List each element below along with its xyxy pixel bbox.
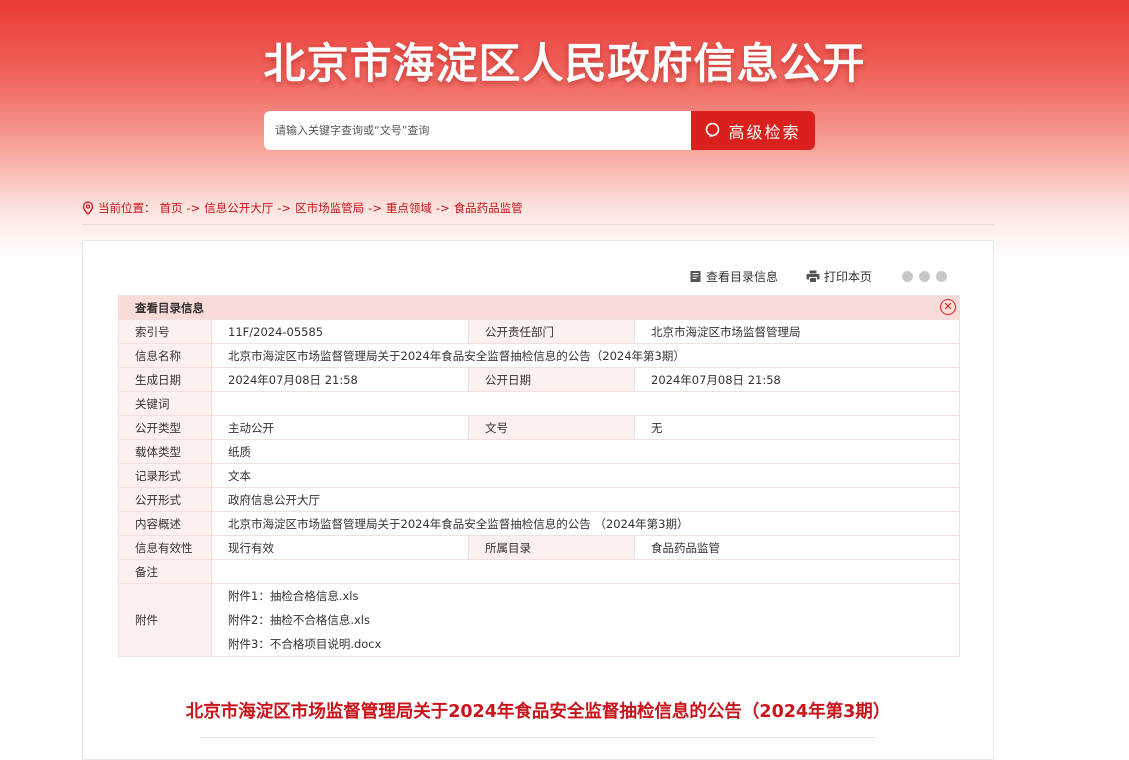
table-row: 信息名称 北京市海淀区市场监督管理局关于2024年食品安全监督抽检信息的公告（2…	[118, 343, 960, 368]
validity-value: 现行有效	[211, 535, 469, 560]
breadcrumb-item-food-drug[interactable]: 食品药品监管	[454, 200, 523, 216]
view-catalog-button[interactable]: 查看目录信息	[689, 268, 778, 285]
dept-value: 北京市海淀区市场监督管理局	[634, 319, 960, 344]
catalog-icon	[690, 271, 701, 282]
attachments-list: 附件1：抽检合格信息.xls 附件2：抽检不合格信息.xls 附件3：不合格项目…	[211, 583, 960, 657]
summary-value: 北京市海淀区市场监督管理局关于2024年食品安全监督抽检信息的公告 （2024年…	[211, 511, 960, 536]
catalog-title: 查看目录信息 ✕	[118, 295, 960, 320]
open-type-label: 公开类型	[118, 415, 212, 440]
dept-label: 公开责任部门	[468, 319, 635, 344]
location-pin-icon	[82, 201, 94, 215]
name-value: 北京市海淀区市场监督管理局关于2024年食品安全监督抽检信息的公告（2024年第…	[211, 343, 960, 368]
form-label: 公开形式	[118, 487, 212, 512]
title-divider	[200, 737, 876, 738]
table-row: 公开形式 政府信息公开大厅	[118, 487, 960, 512]
table-row: 公开类型 主动公开 文号 无	[118, 415, 960, 440]
carrier-label: 载体类型	[118, 439, 212, 464]
search-box	[264, 111, 691, 150]
table-row: 记录形式 文本	[118, 463, 960, 488]
table-row: 备注	[118, 559, 960, 584]
table-row: 索引号 11F/2024-05585 公开责任部门 北京市海淀区市场监督管理局	[118, 319, 960, 344]
weibo-share-icon[interactable]	[919, 271, 931, 282]
category-value: 食品药品监管	[634, 535, 960, 560]
view-catalog-label: 查看目录信息	[706, 270, 779, 284]
print-button[interactable]: 打印本页	[806, 268, 872, 285]
index-label: 索引号	[118, 319, 212, 344]
breadcrumb-separator: ->	[277, 201, 292, 215]
validity-label: 信息有效性	[118, 535, 212, 560]
open-type-value: 主动公开	[211, 415, 469, 440]
category-label: 所属目录	[468, 535, 635, 560]
created-value: 2024年07月08日 21:58	[211, 367, 469, 392]
record-value: 文本	[211, 463, 960, 488]
site-title: 北京市海淀区人民政府信息公开	[263, 39, 866, 88]
breadcrumb-separator: ->	[186, 201, 201, 215]
table-row: 生成日期 2024年07月08日 21:58 公开日期 2024年07月08日 …	[118, 367, 960, 392]
advanced-search-label: 高级检索	[728, 122, 801, 142]
carrier-value: 纸质	[211, 439, 960, 464]
table-row: 关键词	[118, 391, 960, 416]
keywords-label: 关键词	[118, 391, 212, 416]
breadcrumb-item-market-bureau[interactable]: 区市场监管局	[295, 200, 364, 216]
breadcrumb: 当前位置： 首页 -> 信息公开大厅 -> 区市场监管局 -> 重点领域 -> 食品药品监管	[82, 200, 523, 216]
doc-no-label: 文号	[468, 415, 635, 440]
share-buttons	[902, 271, 948, 282]
page-tools: 查看目录信息 打印本页	[689, 268, 948, 285]
table-row: 内容概述 北京市海淀区市场监督管理局关于2024年食品安全监督抽检信息的公告 （…	[118, 511, 960, 536]
print-icon	[806, 270, 820, 283]
table-row: 载体类型 纸质	[118, 439, 960, 464]
breadcrumb-item-key-areas[interactable]: 重点领域	[386, 200, 432, 216]
document-title: 北京市海淀区市场监督管理局关于2024年食品安全监督抽检信息的公告（2024年第…	[185, 702, 891, 722]
summary-label: 内容概述	[118, 511, 212, 536]
breadcrumb-separator: ->	[435, 201, 450, 215]
search-input[interactable]	[273, 123, 691, 138]
catalog-header-row: 查看目录信息 ✕	[118, 295, 960, 320]
record-label: 记录形式	[118, 463, 212, 488]
breadcrumb-divider	[82, 224, 994, 225]
keywords-value	[211, 391, 960, 416]
doc-no-value: 无	[634, 415, 960, 440]
remark-label: 备注	[118, 559, 212, 584]
catalog-info-table: 查看目录信息 ✕ 索引号 11F/2024-05585 公开责任部门 北京市海淀…	[118, 295, 960, 657]
close-icon[interactable]: ✕	[940, 299, 956, 315]
table-row: 信息有效性 现行有效 所属目录 食品药品监管	[118, 535, 960, 560]
breadcrumb-item-info-hall[interactable]: 信息公开大厅	[204, 200, 273, 216]
breadcrumb-separator: ->	[368, 201, 382, 215]
index-value: 11F/2024-05585	[211, 319, 469, 344]
form-value: 政府信息公开大厅	[211, 487, 960, 512]
attachment-link-3[interactable]: 附件3：不合格项目说明.docx	[228, 632, 959, 656]
remark-value	[211, 559, 960, 584]
attachment-link-2[interactable]: 附件2：抽检不合格信息.xls	[228, 608, 959, 632]
qzone-share-icon[interactable]	[936, 271, 948, 282]
breadcrumb-prefix: 当前位置：	[98, 201, 156, 215]
table-row: 附件 附件1：抽检合格信息.xls 附件2：抽检不合格信息.xls 附件3：不合…	[118, 583, 960, 657]
breadcrumb-item-home[interactable]: 首页	[160, 200, 183, 216]
published-label: 公开日期	[468, 367, 635, 392]
search-icon	[706, 122, 720, 137]
print-label: 打印本页	[824, 270, 873, 284]
advanced-search-button[interactable]: 高级检索	[691, 111, 815, 150]
published-value: 2024年07月08日 21:58	[634, 367, 960, 392]
attachments-label: 附件	[118, 583, 212, 657]
created-label: 生成日期	[118, 367, 212, 392]
name-label: 信息名称	[118, 343, 212, 368]
wechat-share-icon[interactable]	[902, 271, 914, 282]
catalog-title-text: 查看目录信息	[135, 300, 204, 315]
attachment-link-1[interactable]: 附件1：抽检合格信息.xls	[228, 584, 959, 608]
